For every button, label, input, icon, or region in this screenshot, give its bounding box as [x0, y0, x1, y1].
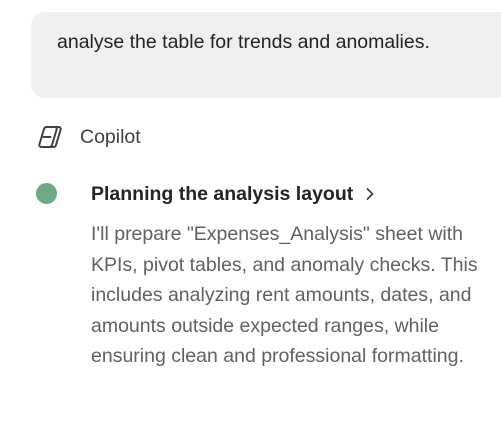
chevron-right-icon [363, 187, 377, 201]
copilot-logo-icon [36, 123, 64, 151]
step-expand-toggle[interactable]: Planning the analysis layout [91, 178, 377, 210]
user-message-bubble: analyse the table for trends and anomali… [31, 12, 501, 98]
step-title: Planning the analysis layout [91, 182, 354, 205]
assistant-name: Copilot [80, 125, 141, 148]
user-message-text: analyse the table for trends and anomali… [57, 31, 430, 53]
step-description: I'll prepare "Expenses_Analysis" sheet w… [91, 223, 478, 367]
step-status-dot [36, 183, 57, 204]
assistant-header: Copilot [36, 122, 141, 152]
